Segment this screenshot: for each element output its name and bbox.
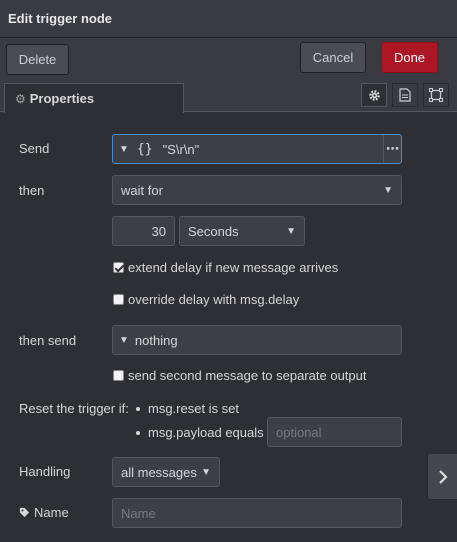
gear-icon: ⚙ — [15, 92, 26, 106]
then-send-value: nothing — [134, 332, 178, 348]
chevron-down-icon: ▼ — [201, 466, 211, 478]
json-type-icon: {} — [136, 141, 153, 157]
duration-value: 30 — [151, 223, 166, 239]
name-label-row: Name — [19, 505, 69, 520]
override-delay-checkbox-row[interactable]: override delay with msg.delay — [113, 292, 299, 307]
tab-strip: ⚙ Properties — [0, 80, 457, 113]
extend-delay-label: extend delay if new message arrives — [128, 260, 339, 275]
name-placeholder: Name — [121, 505, 156, 521]
tab-description-icon[interactable] — [392, 83, 418, 107]
chevron-down-icon: ▼ — [383, 184, 393, 196]
reset-item-payload-equals: msg.payload equals — [136, 425, 264, 440]
tag-icon — [19, 507, 30, 518]
dialog-toolbar: Delete Cancel Done — [0, 38, 457, 80]
appearance-icon — [429, 88, 443, 102]
properties-panel: Send ▼ {} "S\r\n" ⋯ then wait for ▼ 30 S… — [0, 113, 457, 542]
cancel-button[interactable]: Cancel — [300, 42, 366, 73]
chevron-right-icon — [438, 469, 448, 484]
name-label: Name — [34, 505, 69, 520]
then-send-typed-input[interactable]: ▼ nothing — [112, 325, 402, 355]
extend-delay-checkbox-row[interactable]: extend delay if new message arrives — [113, 260, 338, 275]
second-output-checkbox-row[interactable]: send second message to separate output — [113, 368, 367, 383]
name-input[interactable]: Name — [112, 498, 402, 528]
extend-delay-checkbox[interactable] — [113, 262, 124, 273]
send-typed-input[interactable]: ▼ {} "S\r\n" ⋯ — [112, 134, 402, 164]
handling-select[interactable]: all messages ▼ — [112, 457, 220, 487]
then-send-label: then send — [19, 333, 77, 348]
override-delay-checkbox[interactable] — [113, 294, 124, 305]
handling-value: all messages — [121, 464, 197, 480]
then-value: wait for — [121, 182, 163, 198]
delete-button[interactable]: Delete — [6, 44, 69, 75]
sidebar-toggle[interactable] — [427, 453, 457, 500]
duration-unit-select[interactable]: Seconds ▼ — [179, 216, 305, 246]
type-dropdown-caret-icon[interactable]: ▼ — [119, 335, 129, 346]
tab-properties[interactable]: ⚙ Properties — [4, 83, 184, 113]
then-select[interactable]: wait for ▼ — [112, 175, 402, 205]
reset-payload-input[interactable]: optional — [267, 417, 402, 447]
duration-input[interactable]: 30 — [112, 216, 175, 246]
send-value[interactable]: "S\r\n" — [163, 142, 200, 157]
tab-properties-label: Properties — [29, 91, 95, 106]
tab-appearance-icon[interactable] — [423, 83, 449, 107]
dialog-title: Edit trigger node — [0, 0, 457, 38]
chevron-down-icon: ▼ — [286, 225, 296, 237]
expand-editor-icon[interactable]: ⋯ — [383, 135, 401, 163]
reset-payload-placeholder: optional — [276, 424, 322, 440]
done-button[interactable]: Done — [381, 42, 438, 73]
second-output-checkbox[interactable] — [113, 370, 124, 381]
document-icon — [399, 88, 411, 102]
duration-unit-value: Seconds — [188, 223, 239, 239]
handling-label: Handling — [19, 464, 71, 479]
gear-icon — [368, 89, 380, 101]
reset-label: Reset the trigger if: — [19, 401, 129, 416]
override-delay-label: override delay with msg.delay — [128, 292, 300, 307]
type-dropdown-caret-icon[interactable]: ▼ — [113, 144, 129, 155]
second-output-label: send second message to separate output — [128, 368, 367, 383]
reset-item-msg-reset: msg.reset is set — [136, 401, 239, 416]
send-label: Send — [19, 141, 50, 156]
then-label: then — [19, 183, 45, 198]
tab-settings-icon[interactable] — [361, 83, 387, 107]
